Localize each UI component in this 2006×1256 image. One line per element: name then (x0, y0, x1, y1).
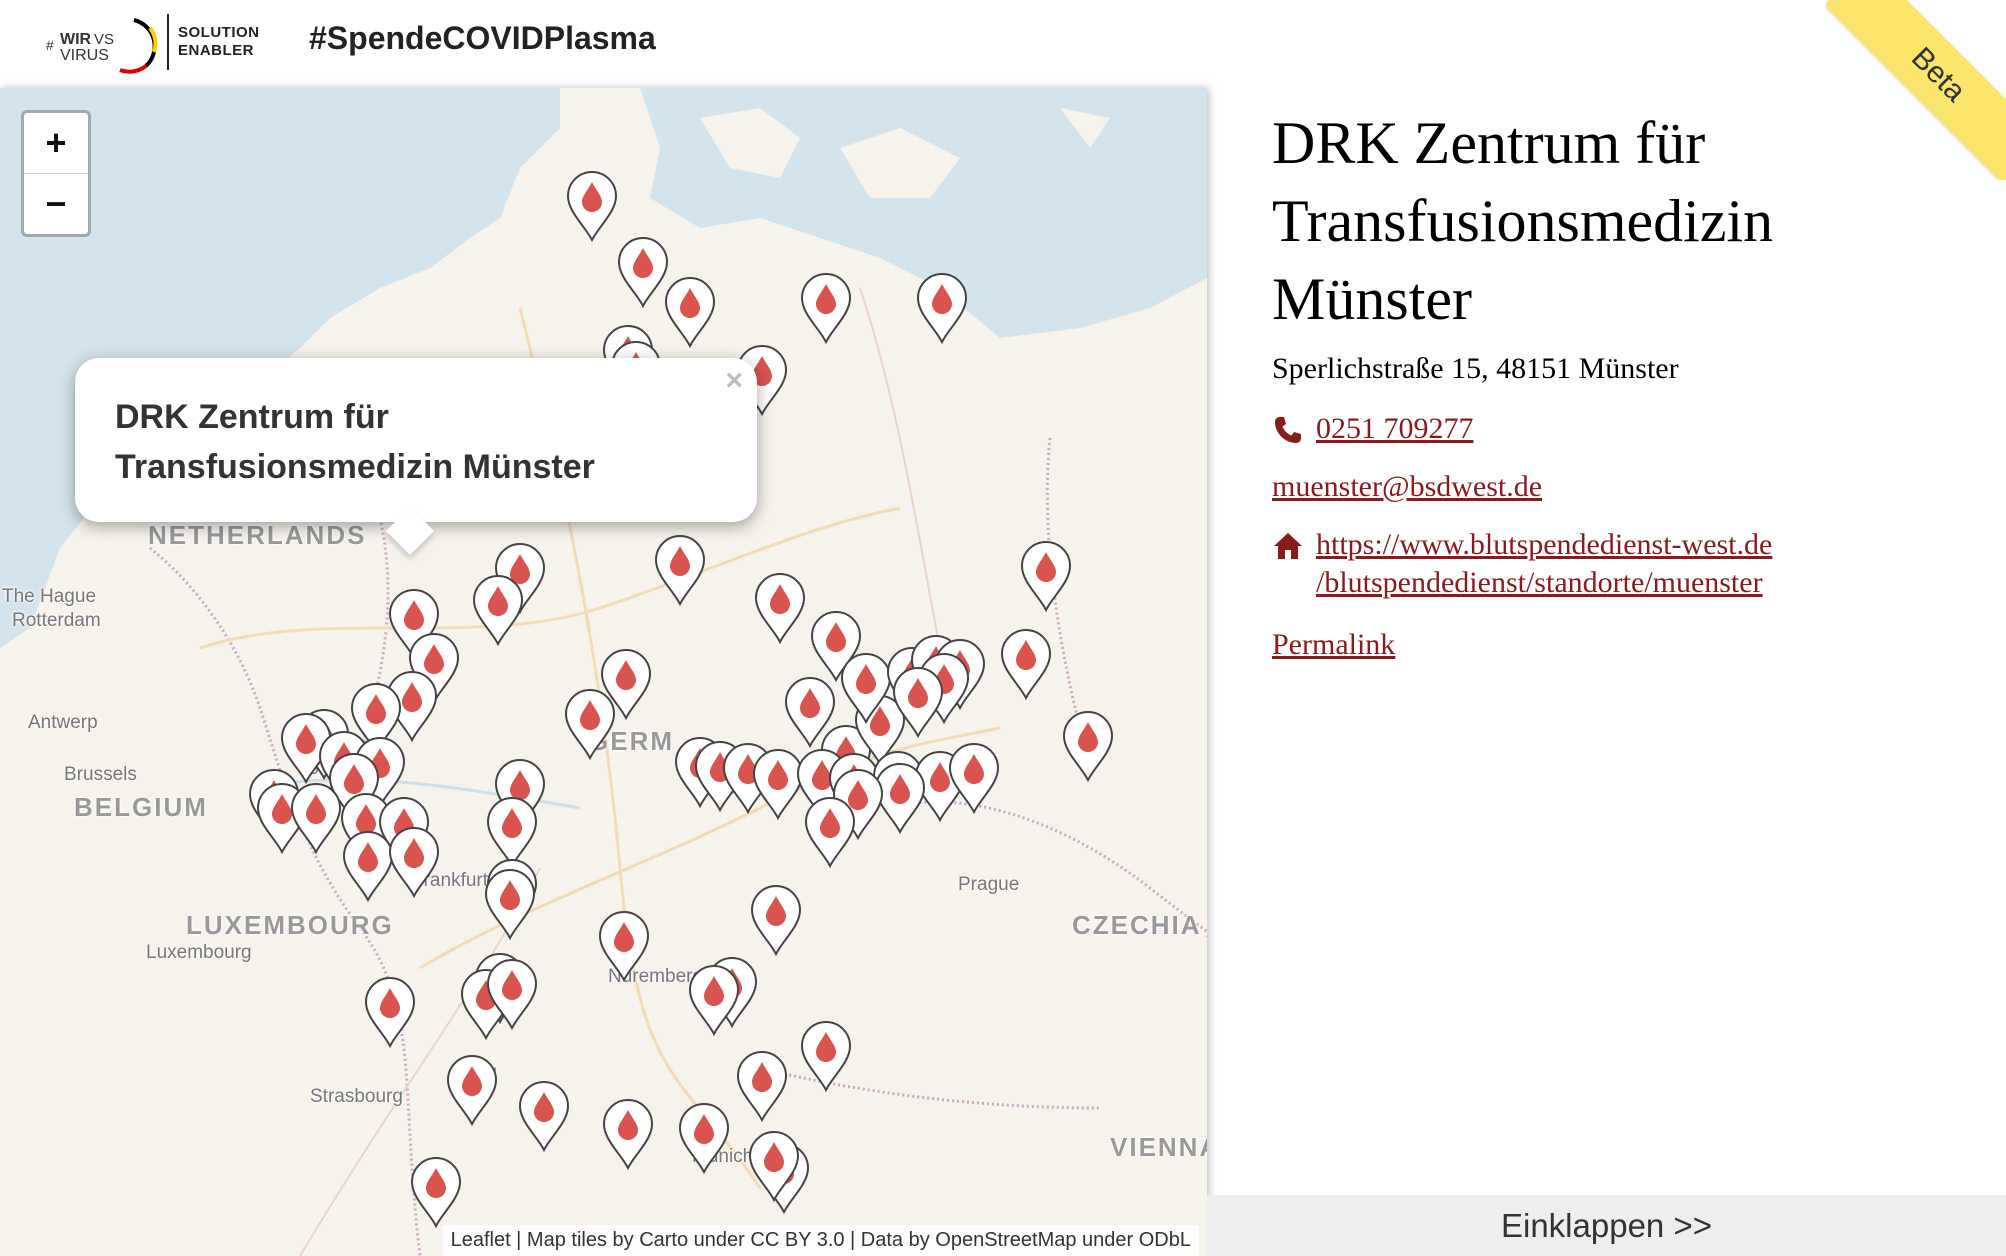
blood-drop-pin-icon[interactable] (749, 884, 803, 956)
blood-drop-pin-icon[interactable] (1019, 540, 1073, 612)
email-link[interactable]: muenster@bsdwest.de (1272, 470, 1542, 503)
map-label-luxembourg-city: Luxembourg (146, 942, 252, 963)
map-label-luxembourg-country: LUXEMBOURG (186, 910, 394, 940)
website-row: https://www.blutspendedienst-west.de /bl… (1272, 526, 1892, 606)
map-label-antwerp: Antwerp (28, 712, 98, 733)
blood-drop-pin-icon[interactable] (947, 742, 1001, 814)
blood-drop-pin-icon[interactable] (565, 170, 619, 242)
blood-drop-pin-icon[interactable] (517, 1080, 571, 1152)
blood-drop-pin-icon[interactable] (653, 534, 707, 606)
blood-drop-pin-icon[interactable] (663, 276, 717, 348)
blood-drop-pin-icon[interactable] (915, 272, 969, 344)
collapse-panel-button[interactable]: Einklappen >> (1207, 1195, 2006, 1256)
blood-drop-pin-icon[interactable] (1061, 710, 1115, 782)
popup-close-button[interactable]: × (725, 364, 743, 398)
blood-drop-pin-icon[interactable] (289, 782, 343, 854)
blood-drop-pin-icon[interactable] (999, 628, 1053, 700)
blood-drop-pin-icon[interactable] (471, 574, 525, 646)
wirvsvirus-logo-mark: # WIR VS VIRUS (46, 18, 158, 74)
logo-tagline: SOLUTION ENABLER (178, 24, 278, 60)
blood-drop-pin-icon[interactable] (753, 572, 807, 644)
blood-drop-pin-icon[interactable] (747, 1130, 801, 1202)
logo-tagline-line1: SOLUTION (178, 24, 260, 41)
location-title: DRK Zentrum für Transfusionsmedizin Müns… (1272, 110, 1774, 332)
logo-tagline-line2: ENABLER (178, 42, 255, 59)
blood-drop-pin-icon[interactable] (677, 1102, 731, 1174)
blood-drop-pin-icon[interactable] (599, 648, 653, 720)
map-label-vienna: VIENNA (1110, 1132, 1207, 1162)
map-label-czechia: CZECHIA (1072, 910, 1202, 940)
blood-drop-pin-icon[interactable] (891, 666, 945, 738)
blood-drop-pin-icon[interactable] (597, 910, 651, 982)
location-detail-panel: DRK Zentrum für Transfusionsmedizin Müns… (1207, 88, 2006, 1256)
website-link-line1: https://www.blutspendedienst-west.de (1316, 528, 1773, 561)
blood-drop-pin-icon[interactable] (387, 826, 441, 898)
logo-vs: VS (94, 31, 114, 48)
marker-popup: × DRK Zentrum für Transfusionsmedizin Mü… (75, 358, 757, 556)
permalink-row: Permalink (1272, 626, 1395, 664)
map-label-strasbourg: Strasbourg (310, 1086, 403, 1107)
blood-drop-pin-icon[interactable] (483, 868, 537, 940)
website-link-line2: /blutspendedienst/standorte/muenster (1316, 566, 1763, 599)
map-view[interactable]: NETHERLANDS GERM BELGIUM LUXEMBOURG CZEC… (0, 88, 1207, 1256)
logo-divider (167, 14, 169, 70)
phone-icon (1275, 417, 1301, 443)
blood-drop-pin-icon[interactable] (803, 796, 857, 868)
map-label-netherlands: NETHERLANDS (148, 520, 367, 550)
home-icon (1274, 533, 1302, 559)
popup-title: DRK Zentrum für Transfusionsmedizin Müns… (115, 398, 595, 486)
blood-drop-pin-icon[interactable] (616, 236, 670, 308)
logo-wir: WIR (60, 31, 92, 48)
blood-drop-pin-icon[interactable] (363, 976, 417, 1048)
map-label-brussels: Brussels (64, 764, 137, 785)
zoom-out-button[interactable]: − (24, 174, 88, 234)
blood-drop-pin-icon[interactable] (601, 1098, 655, 1170)
website-link[interactable]: https://www.blutspendedienst-west.de /bl… (1316, 526, 1876, 602)
blood-drop-pin-icon[interactable] (799, 1020, 853, 1092)
blood-drop-pin-icon[interactable] (485, 958, 539, 1030)
phone-row: 0251 709277 (1272, 410, 1892, 450)
map-label-prague: Prague (958, 874, 1020, 895)
wirvsvirus-logo[interactable]: # WIR VS VIRUS SOLUTION ENABLER (46, 8, 266, 78)
map-attribution[interactable]: Leaflet | Map tiles by Carto under CC BY… (442, 1225, 1199, 1256)
logo-hash: # (46, 37, 54, 53)
phone-link[interactable]: 0251 709277 (1316, 410, 1876, 448)
blood-drop-pin-icon[interactable] (799, 272, 853, 344)
map-label-belgium: BELGIUM (74, 792, 208, 822)
map-label-the-hague: The Hague (2, 586, 97, 607)
location-address: Sperlichstraße 15, 48151 Münster (1272, 352, 1679, 385)
blood-drop-pin-icon[interactable] (687, 964, 741, 1036)
blood-drop-pin-icon[interactable] (445, 1054, 499, 1126)
blood-drop-pin-icon[interactable] (735, 1050, 789, 1122)
blood-drop-pin-icon[interactable] (409, 1156, 463, 1228)
app-header: # WIR VS VIRUS SOLUTION ENABLER #SpendeC… (0, 0, 2006, 88)
zoom-in-button[interactable]: + (24, 113, 88, 174)
permalink-link[interactable]: Permalink (1272, 628, 1395, 661)
zoom-control: + − (21, 110, 91, 237)
logo-virus: VIRUS (60, 47, 109, 64)
map-label-rotterdam: Rotterdam (12, 610, 101, 631)
email-row: muenster@bsdwest.de (1272, 468, 1892, 508)
campaign-hashtag: #SpendeCOVIDPlasma (309, 20, 656, 56)
